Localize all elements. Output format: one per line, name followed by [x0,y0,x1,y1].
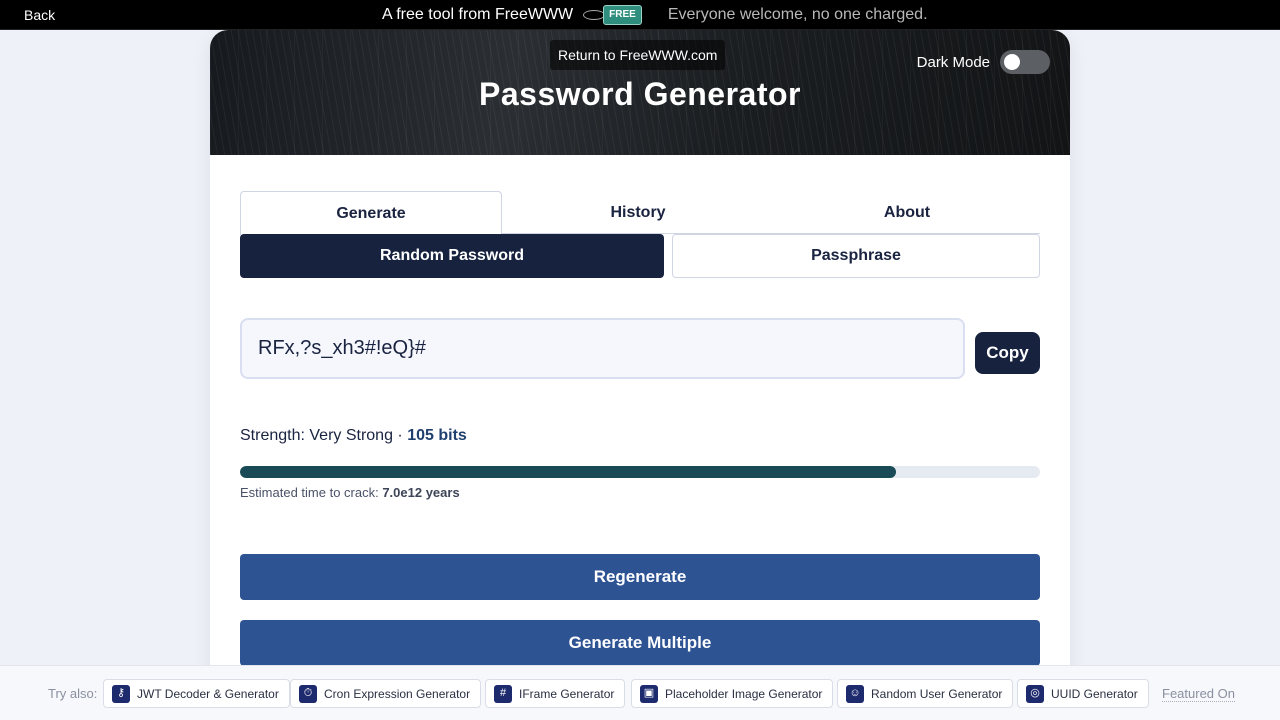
tab-history[interactable]: History [502,191,774,234]
return-link[interactable]: Return to FreeWWW.com [550,40,726,70]
tool-link-label: Random User Generator [871,686,1003,701]
hash-icon: # [494,684,512,703]
free-tag-label: FREE [603,5,642,25]
tool-link-uuid[interactable]: ◎ UUID Generator [1017,679,1149,708]
generator-card: Return to FreeWWW.com Password Generator… [210,30,1070,720]
strength-meter [240,466,1040,478]
tool-link-random-user[interactable]: ☺ Random User Generator [837,679,1014,708]
tool-link-label: IFrame Generator [519,686,615,701]
top-promo-bar: Back A free tool from FreeWWW FREE Every… [0,0,1280,30]
strength-text: Strength: Very Strong · [240,427,408,444]
dark-mode-label: Dark Mode [916,53,990,71]
promo-subtext: Everyone welcome, no one charged. [667,6,928,23]
page-title: Password Generator [479,76,801,112]
random-password-button[interactable]: Random Password [240,234,664,278]
featured-on-link[interactable]: Featured On [1162,686,1235,702]
fingerprint-icon: ◎ [1026,684,1044,703]
tool-link-cron[interactable]: ⏱ Cron Expression Generator [290,679,482,708]
user-icon: ☺ [846,684,864,703]
tool-link-label: JWT Decoder & Generator [137,686,279,701]
tab-generate[interactable]: Generate [240,191,502,235]
crack-label: Estimated time to crack: [240,485,383,500]
crack-time: Estimated time to crack: 7.0e12 years [240,485,460,500]
tab-about[interactable]: About [774,191,1040,234]
copy-button[interactable]: Copy [975,332,1040,374]
tool-link-label: UUID Generator [1051,686,1138,701]
hero-header: Return to FreeWWW.com Password Generator… [210,30,1070,155]
try-also-bar: Try also: ⚷ JWT Decoder & Generator ⏱ Cr… [0,665,1280,720]
regenerate-button[interactable]: Regenerate [240,554,1040,600]
tool-link-jwt[interactable]: ⚷ JWT Decoder & Generator [103,679,290,708]
password-output[interactable] [240,318,965,379]
free-tag-icon: FREE [583,5,642,25]
dark-mode-toggle[interactable] [1000,50,1050,74]
promo-banner[interactable]: A free tool from FreeWWW FREE Everyone w… [382,4,928,26]
dark-mode-control: Dark Mode [917,50,1050,74]
crack-value: 7.0e12 years [382,485,460,500]
toggle-knob [1004,54,1020,70]
tool-link-label: Cron Expression Generator [324,686,471,701]
timer-icon: ⏱ [299,684,317,703]
strength-bits: 105 bits [407,427,467,444]
tool-link-placeholder-image[interactable]: ▣ Placeholder Image Generator [631,679,834,708]
tool-link-iframe[interactable]: # IFrame Generator [485,679,626,708]
key-icon: ⚷ [112,684,130,703]
tab-bar: Generate History About [240,191,1040,235]
generate-multiple-button[interactable]: Generate Multiple [240,620,1040,666]
try-also-label: Try also: [48,686,98,701]
strength-label: Strength: Very Strong · 105 bits [240,427,467,445]
tool-link-label: Placeholder Image Generator [665,686,823,701]
promo-text: A free tool from FreeWWW [382,6,574,23]
passphrase-button[interactable]: Passphrase [672,234,1040,278]
back-link[interactable]: Back [24,7,55,23]
strength-meter-fill [240,466,896,478]
image-icon: ▣ [640,684,658,703]
